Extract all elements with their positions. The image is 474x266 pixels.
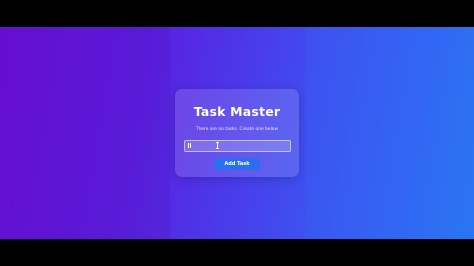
page-title: Task Master: [193, 104, 281, 119]
background-band-left: [0, 27, 170, 239]
letterbox-top: [0, 0, 474, 27]
app-viewport: Task Master There are no tasks. Create o…: [0, 27, 474, 239]
text-cursor-icon: [215, 142, 219, 149]
task-input-wrapper[interactable]: [183, 140, 291, 152]
empty-state-message: There are no tasks. Create one below: [195, 127, 279, 132]
pencil-icon: [187, 143, 191, 148]
letterbox-bottom: [0, 239, 474, 266]
task-card: Task Master There are no tasks. Create o…: [175, 89, 299, 177]
background-band-right: [305, 27, 474, 239]
task-input[interactable]: [192, 141, 289, 151]
add-task-button[interactable]: Add Task: [214, 158, 260, 170]
